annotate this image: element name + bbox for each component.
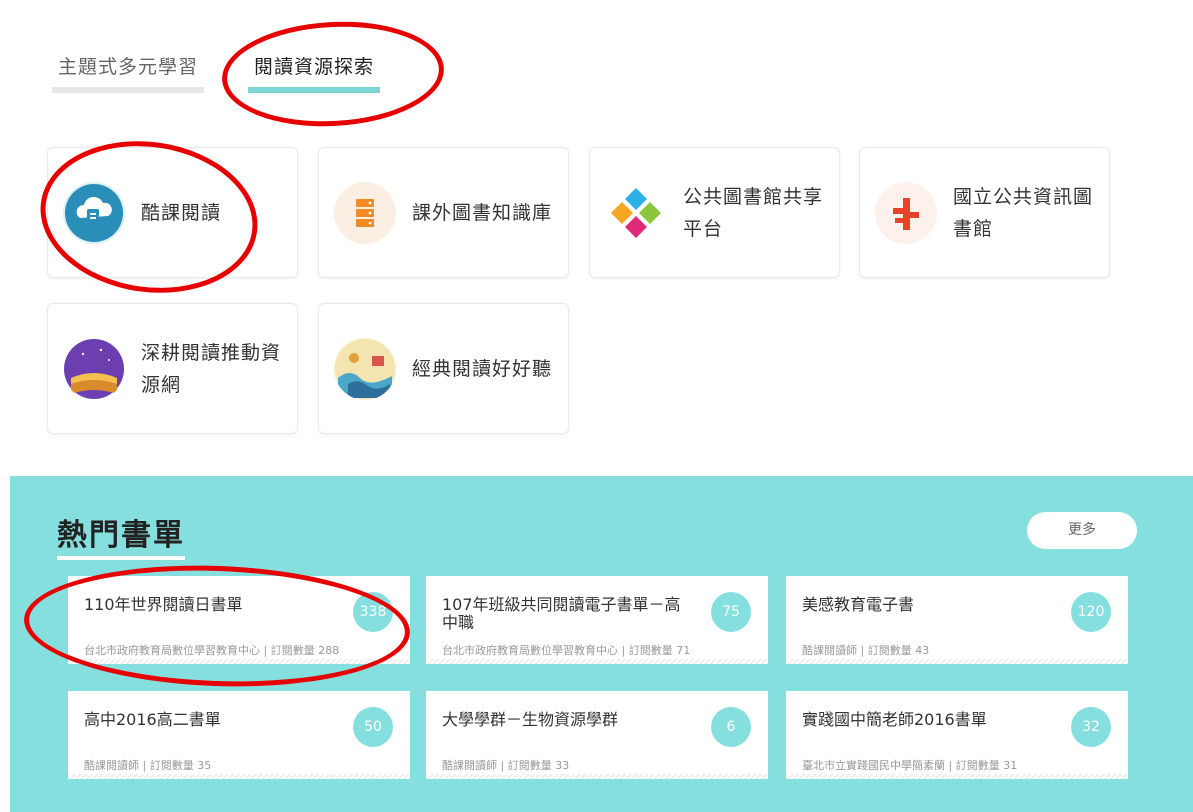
- resource-grid: 酷課閱讀 課外圖書知識庫 公共圖書館共享平台 國立公共資訊圖書館 深耕閱讀推動資…: [47, 147, 1147, 447]
- diamond-tiles-icon: [605, 182, 667, 244]
- booklist-meta: 酷課閱讀師 | 訂閱數量 43: [802, 644, 930, 657]
- cloud-book-icon: [63, 181, 125, 244]
- resource-card-classic-reading-audio[interactable]: 經典閱讀好好聽: [318, 303, 569, 434]
- booklist-meta: 酷課閱讀師 | 訂閱數量 33: [442, 759, 570, 772]
- booklist-card[interactable]: 110年世界閱讀日書單 338 台北市政府教育局數位學習教育中心 | 訂閱數量 …: [68, 576, 410, 664]
- tab-reading-resources[interactable]: 閱讀資源探索: [248, 52, 381, 93]
- resource-card-public-library-platform[interactable]: 公共圖書館共享平台: [589, 147, 840, 278]
- resource-label: 深耕閱讀推動資源網: [141, 341, 282, 396]
- server-stack-icon: [334, 181, 396, 244]
- booklist-meta: 台北市政府教育局數位學習教育中心 | 訂閱數量 71: [442, 644, 691, 657]
- booklist-meta: 臺北市立實踐國民中學簡素蘭 | 訂閱數量 31: [802, 759, 1018, 772]
- booklist-title: 107年班級共同閱讀電子書單－高中職: [442, 595, 681, 632]
- booklist-title: 大學學群－生物資源學群: [442, 710, 619, 729]
- booklist-card[interactable]: 107年班級共同閱讀電子書單－高中職 75 台北市政府教育局數位學習教育中心 |…: [426, 576, 768, 664]
- resource-label: 課外圖書知識庫: [412, 201, 553, 224]
- booklist-count-badge: 6: [711, 707, 751, 747]
- more-button[interactable]: 更多: [1027, 512, 1137, 549]
- booklist-title: 高中2016高二書單: [84, 710, 221, 729]
- booklist-meta: 酷課閱讀師 | 訂閱數量 35: [84, 759, 212, 772]
- booklist-count-badge: 32: [1071, 707, 1111, 747]
- booklist-grid: 110年世界閱讀日書單 338 台北市政府教育局數位學習教育中心 | 訂閱數量 …: [68, 576, 1178, 806]
- resource-card-coolclass-reading[interactable]: 酷課閱讀: [47, 147, 298, 278]
- resource-label: 國立公共資訊圖書館: [953, 185, 1094, 240]
- resource-label: 經典閱讀好好聽: [412, 357, 553, 380]
- booklist-card[interactable]: 高中2016高二書單 50 酷課閱讀師 | 訂閱數量 35: [68, 691, 410, 779]
- library-logo-icon: [875, 181, 937, 244]
- booklist-title: 110年世界閱讀日書單: [84, 595, 243, 614]
- booklist-card[interactable]: 大學學群－生物資源學群 6 酷課閱讀師 | 訂閱數量 33: [426, 691, 768, 779]
- booklist-title: 實踐國中簡老師2016書單: [802, 710, 987, 729]
- night-book-icon: [63, 338, 125, 400]
- resource-card-deep-reading-network[interactable]: 深耕閱讀推動資源網: [47, 303, 298, 434]
- booklist-card[interactable]: 實踐國中簡老師2016書單 32 臺北市立實踐國民中學簡素蘭 | 訂閱數量 31: [786, 691, 1128, 779]
- tab-bar: 主題式多元學習 閱讀資源探索: [52, 40, 412, 100]
- resource-card-national-public-info-library[interactable]: 國立公共資訊圖書館: [859, 147, 1110, 278]
- booklist-count-badge: 120: [1071, 592, 1111, 632]
- booklist-count-badge: 50: [353, 707, 393, 747]
- booklist-card[interactable]: 美感教育電子書 120 酷課閱讀師 | 訂閱數量 43: [786, 576, 1128, 664]
- resource-card-extracurricular-library[interactable]: 課外圖書知識庫: [318, 147, 569, 278]
- resource-label: 酷課閱讀: [141, 201, 222, 224]
- popular-booklists-section: 熱門書單 更多 110年世界閱讀日書單 338 台北市政府教育局數位學習教育中心…: [10, 476, 1193, 812]
- booklist-count-badge: 75: [711, 592, 751, 632]
- booklist-title: 美感教育電子書: [802, 595, 915, 614]
- section-title: 熱門書單: [57, 510, 185, 560]
- classic-illustration-icon: [334, 337, 396, 400]
- booklist-count-badge: 338: [353, 592, 393, 632]
- tab-thematic-learning[interactable]: 主題式多元學習: [52, 52, 205, 93]
- resource-label: 公共圖書館共享平台: [683, 185, 824, 240]
- booklist-meta: 台北市政府教育局數位學習教育中心 | 訂閱數量 288: [84, 644, 340, 657]
